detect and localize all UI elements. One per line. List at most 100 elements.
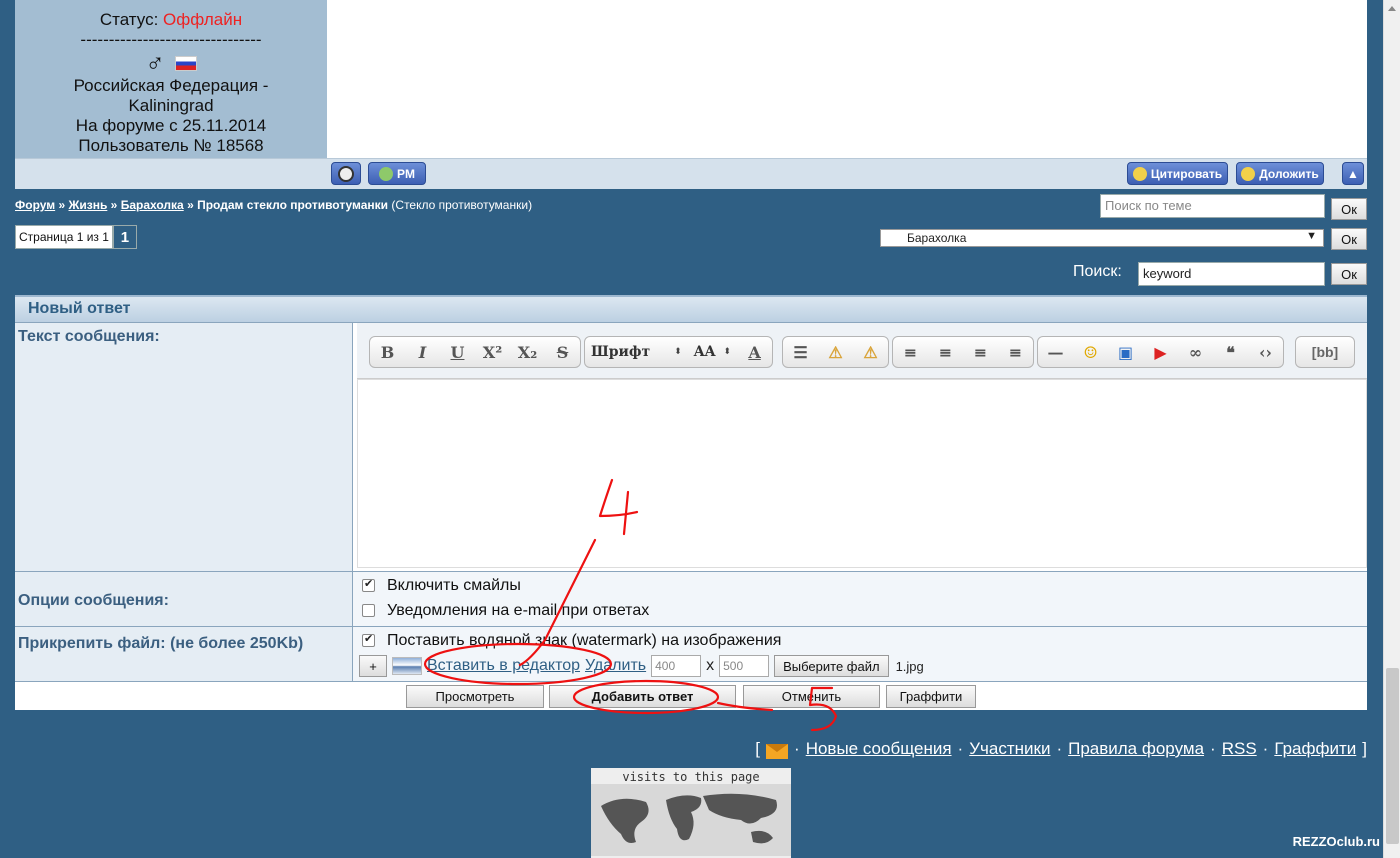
hide-icon[interactable]: ⚠ xyxy=(853,337,888,367)
cancel-button[interactable]: Отменить xyxy=(743,685,880,708)
insert-into-editor-link[interactable]: Вставить в редактор xyxy=(427,657,580,675)
hr-icon[interactable]: — xyxy=(1038,337,1073,367)
italic-button[interactable]: I xyxy=(405,337,440,367)
search-ok-button[interactable]: Ок xyxy=(1331,263,1367,285)
pagination: Страница 1 из 1 1 xyxy=(15,225,137,249)
mail-icon[interactable] xyxy=(766,743,789,759)
quote-icon[interactable]: ❝ xyxy=(1213,337,1248,367)
page-scrollbar[interactable] xyxy=(1383,0,1400,858)
font-group: Шрифт ⬍ AA ⬍ A xyxy=(584,336,774,368)
code-icon[interactable]: ‹› xyxy=(1248,337,1283,367)
align-right-icon[interactable]: ≡ xyxy=(963,337,998,367)
visits-caption: visits to this page xyxy=(622,770,760,784)
font-select[interactable]: Шрифт ⬍ xyxy=(585,337,688,367)
align-justify-icon[interactable]: ≡ xyxy=(998,337,1033,367)
profile-joined: На форуме с 25.11.2014 xyxy=(75,116,267,135)
breadcrumb-life[interactable]: Жизнь xyxy=(69,198,108,212)
pm-button[interactable]: PM xyxy=(368,162,426,185)
youtube-icon[interactable]: ▶ xyxy=(1143,337,1178,367)
option-watermark[interactable]: Поставить водяной знак (watermark) на из… xyxy=(362,632,781,650)
bbcode-toggle-button[interactable]: [bb] xyxy=(1295,336,1355,368)
subscript-button[interactable]: X₂ xyxy=(510,337,545,367)
profile-button[interactable] xyxy=(331,162,361,185)
chosen-filename: 1.jpg xyxy=(895,658,924,674)
status-badge: Оффлайн xyxy=(163,10,243,29)
editor-toolbar: B I U X² X₂ S Шрифт⬍ AA⬍ A ☰ ⚠ ⚠ ≡ ≡ ≡ xyxy=(357,323,1367,379)
topic-search-input[interactable]: Поиск по теме xyxy=(1100,194,1325,218)
strike-button[interactable]: S xyxy=(545,337,580,367)
updown-icon: ⬍ xyxy=(674,347,682,357)
superscript-button[interactable]: X² xyxy=(475,337,510,367)
page-count-label: Страница 1 из 1 xyxy=(15,225,113,249)
graffiti-button[interactable]: Граффити xyxy=(886,685,976,708)
exclamation-icon xyxy=(1241,166,1256,181)
quote-icon xyxy=(1132,166,1147,181)
scroll-top-button[interactable]: ▲ xyxy=(1342,162,1364,185)
forum-jump-select[interactable]: Барахолка ▼ xyxy=(880,229,1324,247)
option-smiles[interactable]: Включить смайлы xyxy=(362,577,521,595)
text-color-button[interactable]: A xyxy=(737,337,772,367)
smiles-checkbox[interactable] xyxy=(362,577,375,593)
message-label: Текст сообщения: xyxy=(15,323,353,571)
message-row: Текст сообщения: B I U X² X₂ S Шрифт ⬍ AA… xyxy=(15,322,1367,571)
report-button[interactable]: Доложить xyxy=(1236,162,1324,185)
search-input[interactable]: keyword xyxy=(1138,262,1325,286)
size-select[interactable]: AA ⬍ xyxy=(688,337,737,367)
graffiti-link[interactable]: Граффити xyxy=(1274,739,1356,759)
smile-icon[interactable]: ☺ xyxy=(1073,337,1108,367)
watermark-checkbox[interactable] xyxy=(362,632,375,648)
post-action-bar: PM Цитировать Доложить ▲ xyxy=(15,158,1367,189)
topic-title: Продам стекло противотуманки xyxy=(197,198,389,212)
world-map-icon xyxy=(591,784,791,856)
scroll-up-arrow[interactable] xyxy=(1384,0,1400,17)
submit-reply-button[interactable]: Добавить ответ xyxy=(549,685,736,708)
search-label: Поиск: xyxy=(1073,263,1122,280)
image-icon[interactable]: ▣ xyxy=(1108,337,1143,367)
visits-counter: visits to this page xyxy=(591,768,791,858)
list-icon[interactable]: ☰ xyxy=(783,337,818,367)
breadcrumb: Форум » Жизнь » Барахолка » Продам стекл… xyxy=(15,198,533,212)
rss-link[interactable]: RSS xyxy=(1222,739,1257,759)
forum-rules-link[interactable]: Правила форума xyxy=(1068,739,1204,759)
dropdown-arrow-icon: ▼ xyxy=(1306,230,1317,242)
bold-button[interactable]: B xyxy=(370,337,405,367)
option-email[interactable]: Уведомления на e-mail при ответах xyxy=(362,602,649,620)
add-attachment-button[interactable]: + xyxy=(359,655,387,677)
attach-row: Прикрепить файл: (не более 250Kb) Постав… xyxy=(15,626,1367,681)
underline-button[interactable]: U xyxy=(440,337,475,367)
user-profile-icon xyxy=(338,165,354,182)
topic-search-ok-button[interactable]: Ок xyxy=(1331,198,1367,220)
updown-icon: ⬍ xyxy=(723,347,732,357)
choose-file-button[interactable]: Выберите файл xyxy=(774,655,889,677)
spoiler-icon[interactable]: ⚠ xyxy=(818,337,853,367)
preview-button[interactable]: Просмотреть xyxy=(406,685,544,708)
align-left-icon[interactable]: ≡ xyxy=(893,337,928,367)
breadcrumb-forum[interactable]: Форум xyxy=(15,198,55,212)
quote-button[interactable]: Цитировать xyxy=(1127,162,1228,185)
image-width-input[interactable]: 400 xyxy=(651,655,702,677)
forum-jump-ok-button[interactable]: Ок xyxy=(1331,228,1367,250)
topic-description: (Стекло противотуманки) xyxy=(391,198,533,212)
email-checkbox[interactable] xyxy=(362,604,375,618)
align-center-icon[interactable]: ≡ xyxy=(928,337,963,367)
delete-attachment-link[interactable]: Удалить xyxy=(585,657,646,675)
link-icon[interactable]: ∞ xyxy=(1178,337,1213,367)
image-height-input[interactable]: 500 xyxy=(719,655,770,677)
page-1-link[interactable]: 1 xyxy=(112,225,137,249)
male-icon: ♂ xyxy=(145,48,165,78)
members-link[interactable]: Участники xyxy=(969,739,1050,759)
attachment-controls: + Вставить в редактор Удалить 400 x 500 … xyxy=(359,655,924,677)
profile-icons: ♂ xyxy=(15,50,327,76)
breadcrumb-market[interactable]: Барахолка xyxy=(121,198,184,212)
scroll-thumb[interactable] xyxy=(1386,668,1399,844)
options-row: Опции сообщения: Включить смайлы Уведомл… xyxy=(15,571,1367,626)
form-actions: Просмотреть Добавить ответ Отменить Граф… xyxy=(15,681,1367,710)
message-textarea[interactable] xyxy=(357,379,1367,568)
profile-divider: -------------------------------- xyxy=(80,30,262,49)
attachment-thumbnail xyxy=(392,657,422,675)
post-body xyxy=(327,0,1367,158)
new-messages-link[interactable]: Новые сообщения xyxy=(806,739,952,759)
site-watermark: REZZOclub.ru xyxy=(1292,834,1380,849)
profile-location: Российская Федерация - Kaliningrad xyxy=(73,76,269,115)
align-group: ≡ ≡ ≡ ≡ xyxy=(892,336,1034,368)
